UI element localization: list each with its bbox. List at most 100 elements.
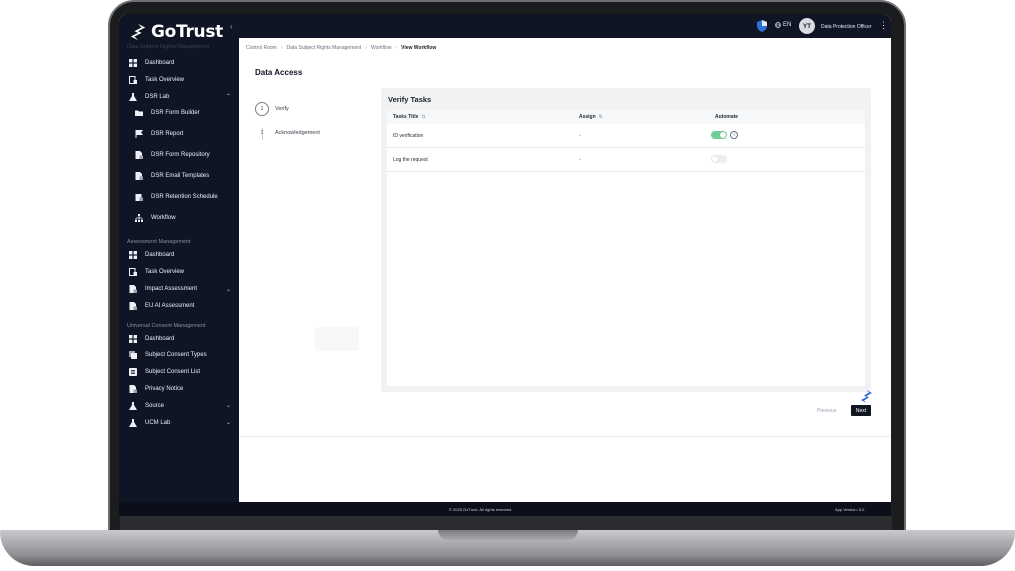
step-label: Verify (275, 106, 289, 112)
globe-icon (775, 22, 781, 28)
collapse-sidebar-icon[interactable]: ‹ (230, 22, 233, 31)
sidebar-item-task-overview[interactable]: Task Overview (129, 266, 231, 278)
content-blank-area (239, 436, 891, 502)
sidebar-item-impact-assessment[interactable]: Impact Assessment ⌄ (129, 283, 231, 295)
flask-icon (129, 418, 137, 427)
column-tasks-title[interactable]: Tasks Title ⇅ (393, 114, 426, 120)
chevron-down-icon[interactable]: ⌄ (226, 402, 231, 409)
top-bar: EN YT Data Protection Officer ⋮ (239, 14, 891, 38)
column-label: Assign (579, 114, 596, 120)
grid-icon (129, 251, 137, 260)
chevron-down-icon[interactable]: ⌄ (226, 286, 231, 293)
main-content: Control Room › Data Subject Rights Manag… (239, 38, 891, 436)
flask-icon (129, 401, 137, 410)
step-acknowledgement[interactable]: 2 Acknowledgement (255, 130, 320, 136)
breadcrumb: Control Room › Data Subject Rights Manag… (246, 45, 436, 51)
sort-icon[interactable]: ⇅ (599, 114, 603, 120)
sidebar-item-privacy-notice[interactable]: Privacy Notice (129, 383, 231, 395)
breadcrumb-separator-icon: › (280, 45, 283, 51)
sidebar-section-title: Assessment Management (127, 239, 191, 246)
list-icon (129, 368, 137, 377)
gotrust-logo-icon (130, 23, 146, 41)
task-title: Log the request (393, 157, 428, 163)
step-verify[interactable]: 1 Verify (255, 102, 289, 116)
column-label: Automate (715, 114, 739, 120)
automate-toggle[interactable] (711, 155, 727, 163)
grid-icon (129, 334, 137, 343)
sidebar-item-label: Workflow (151, 215, 176, 222)
sidebar-item-dsr-form-builder[interactable]: DSR Form Builder (135, 107, 237, 119)
step-number: 1 (255, 102, 269, 116)
sidebar: GoTrust ‹ Data Subject Rights Management… (119, 14, 239, 502)
sidebar-item-dsr-retention-schedule[interactable]: DSR Retention Schedule (135, 191, 237, 203)
breadcrumb-control-room[interactable]: Control Room (246, 45, 277, 51)
column-label: Tasks Title (393, 114, 419, 120)
previous-button[interactable]: Previous (817, 408, 836, 414)
sidebar-item-dashboard[interactable]: Dashboard (129, 249, 231, 261)
step-label: Acknowledgement (275, 130, 320, 136)
folder-icon (135, 109, 143, 117)
sidebar-item-eu-ai-assessment[interactable]: EU AI Assessment (129, 300, 231, 312)
sidebar-item-label: DSR Email Templates (151, 173, 210, 180)
document-icon (135, 172, 143, 181)
calendar-icon (135, 193, 143, 202)
sidebar-item-label: Dashboard (145, 60, 175, 66)
sidebar-item-dsr-report[interactable]: DSR Report (135, 128, 237, 140)
empty-placeholder (315, 327, 359, 351)
sidebar-item-task-overview[interactable]: Task Overview (129, 74, 231, 86)
footer: © 2025 GoTrust. All rights reserved App … (119, 502, 891, 516)
document-icon (129, 285, 137, 293)
shield-icon[interactable] (757, 20, 767, 32)
breadcrumb-separator-icon: › (365, 45, 367, 51)
sidebar-item-label: Task Overview (145, 269, 185, 276)
sidebar-item-label: DSR Retention Schedule (151, 194, 218, 201)
panel-title: Verify Tasks (388, 95, 432, 104)
sidebar-item-dsr-form-repository[interactable]: DSR Form Repository (135, 149, 237, 161)
sidebar-item-dashboard[interactable]: Dashboard (129, 57, 231, 69)
flag-icon (135, 130, 143, 139)
sidebar-item-dsr-email-templates[interactable]: DSR Email Templates (135, 170, 237, 182)
sidebar-item-label: Dashboard (145, 335, 175, 342)
sidebar-section-title: Universal Consent Management (127, 322, 206, 329)
sidebar-item-label: Source (145, 402, 165, 409)
sort-icon[interactable]: ⇅ (421, 114, 425, 120)
sidebar-item-subject-consent-types[interactable]: Subject Consent Types (129, 349, 231, 361)
column-assign[interactable]: Assign ⇅ (579, 114, 603, 120)
task-assign[interactable]: - (579, 133, 581, 139)
sidebar-item-label: Impact Assessment (145, 286, 198, 292)
table-header: Tasks Title ⇅ Assign ⇅ Automate (387, 110, 865, 124)
sidebar-item-workflow[interactable]: Workflow (135, 212, 237, 224)
chevron-up-icon[interactable]: ⌃ (226, 93, 231, 100)
table-row: ID verification - i (387, 124, 865, 148)
task-assign[interactable]: - (579, 157, 581, 163)
brand-logo[interactable]: GoTrust (129, 22, 223, 42)
chevron-down-icon[interactable]: ⌄ (226, 419, 231, 426)
sidebar-item-label: Task Overview (145, 76, 185, 83)
sidebar-item-ucm-lab[interactable]: UCM Lab ⌄ (129, 417, 231, 429)
sidebar-item-dashboard[interactable]: Dashboard (129, 333, 231, 345)
automate-toggle[interactable] (711, 131, 727, 139)
gotrust-assistant-icon[interactable] (861, 390, 872, 403)
next-button[interactable]: Next (851, 405, 871, 416)
column-automate: Automate (715, 114, 738, 120)
sidebar-item-label: Subject Consent Types (145, 352, 207, 359)
sidebar-item-subject-consent-list[interactable]: Subject Consent List (129, 366, 231, 378)
breadcrumb-workflow[interactable]: Workflow (371, 45, 391, 51)
user-role: Data Protection Officer (821, 24, 872, 30)
sidebar-item-dsr-lab[interactable]: DSR Lab ⌃ (129, 91, 231, 103)
more-options-icon[interactable]: ⋮ (879, 20, 888, 31)
laptop-frame: GoTrust ‹ Data Subject Rights Management… (0, 0, 1015, 571)
copyright-text: © 2025 GoTrust. All rights reserved (449, 507, 512, 512)
tasks-table: Tasks Title ⇅ Assign ⇅ Automate ID verif… (387, 110, 865, 386)
sidebar-item-source[interactable]: Source ⌄ (129, 400, 231, 412)
sidebar-item-label: UCM Lab (145, 419, 171, 426)
breadcrumb-dsr-management[interactable]: Data Subject Rights Management (287, 45, 362, 51)
sidebar-item-label: DSR Lab (145, 93, 170, 100)
avatar[interactable]: YT (799, 18, 815, 34)
grid-icon (129, 59, 137, 67)
info-icon[interactable]: i (730, 131, 738, 139)
language-selector[interactable]: EN (775, 22, 791, 28)
verify-tasks-panel: Verify Tasks Tasks Title ⇅ Assign ⇅ Auto… (381, 88, 871, 392)
step-number: 2 (260, 130, 264, 136)
table-row: Log the request - (387, 148, 865, 172)
